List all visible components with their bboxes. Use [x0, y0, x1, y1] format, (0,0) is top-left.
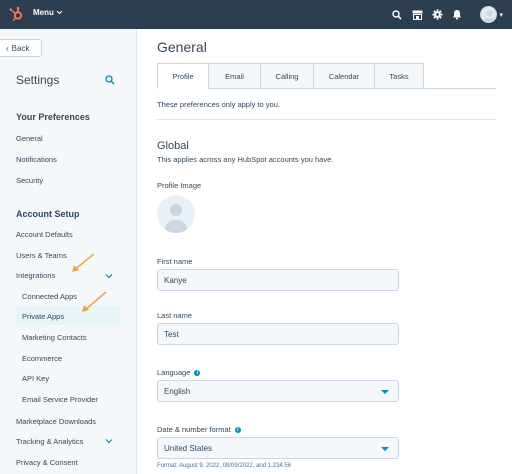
- sidebar-item-general[interactable]: General: [16, 134, 43, 143]
- sidebar-item-tracking-analytics[interactable]: Tracking & Analytics: [16, 437, 83, 446]
- search-icon[interactable]: [388, 6, 406, 24]
- bell-icon[interactable]: [448, 6, 466, 24]
- settings-tabs: Profile Email Calling Calendar Tasks: [157, 63, 424, 89]
- settings-sidebar: ‹ Back Settings Your Preferences General…: [0, 29, 137, 474]
- last-name-label: Last name: [157, 311, 193, 320]
- caret-down-icon: [381, 390, 389, 394]
- language-value: English: [164, 386, 191, 396]
- chevron-down-icon: [56, 10, 63, 15]
- menu-label: Menu: [33, 8, 54, 17]
- annotation-arrow-icon: [82, 291, 107, 312]
- tab-divider: [424, 88, 496, 89]
- sidebar-item-users-teams[interactable]: Users & Teams: [16, 251, 67, 260]
- menu-dropdown[interactable]: Menu: [33, 8, 63, 17]
- annotation-arrow-icon: [72, 253, 95, 272]
- global-heading: Global: [157, 140, 189, 152]
- language-label: Language i: [157, 368, 201, 377]
- sidebar-title: Settings: [16, 73, 60, 87]
- search-icon[interactable]: [105, 75, 115, 85]
- chevron-down-icon[interactable]: [105, 272, 113, 280]
- sidebar-item-connected-apps[interactable]: Connected Apps: [22, 292, 77, 301]
- top-nav: Menu ▾: [0, 0, 512, 29]
- section-your-preferences: Your Preferences: [16, 112, 90, 122]
- page-title: General: [157, 39, 207, 55]
- section-account-setup: Account Setup: [16, 209, 80, 219]
- sidebar-item-marketplace-downloads[interactable]: Marketplace Downloads: [16, 417, 96, 426]
- tab-email[interactable]: Email: [209, 63, 261, 89]
- sidebar-item-integrations[interactable]: Integrations: [16, 271, 55, 280]
- back-label: Back: [11, 43, 30, 53]
- tab-calling[interactable]: Calling: [261, 63, 314, 89]
- section-divider: [157, 119, 496, 120]
- sidebar-item-marketing-contacts[interactable]: Marketing Contacts: [22, 333, 87, 342]
- tab-profile[interactable]: Profile: [157, 63, 209, 89]
- first-name-label: First name: [157, 257, 193, 266]
- language-select[interactable]: English: [157, 380, 399, 402]
- hubspot-logo-icon[interactable]: [8, 6, 24, 22]
- chevron-down-icon[interactable]: ▾: [499, 11, 503, 19]
- sidebar-item-notifications[interactable]: Notifications: [16, 155, 57, 164]
- tab-tasks[interactable]: Tasks: [375, 63, 424, 89]
- first-name-field[interactable]: Kanye: [157, 269, 399, 291]
- sidebar-item-privacy-consent[interactable]: Privacy & Consent: [16, 458, 78, 467]
- info-icon[interactable]: i: [194, 370, 201, 377]
- main-content: General Profile Email Calling Calendar T…: [137, 29, 512, 474]
- sidebar-item-api-key[interactable]: API Key: [22, 374, 49, 383]
- caret-down-icon: [381, 447, 389, 451]
- date-format-value: United States: [164, 443, 213, 453]
- format-note: Format: August 9, 2022, 08/09/2022, and …: [157, 463, 292, 469]
- avatar[interactable]: [480, 6, 498, 23]
- date-format-label: Date & number format i: [157, 425, 241, 434]
- preferences-note: These preferences only apply to you.: [157, 100, 280, 109]
- language-label-text: Language: [157, 368, 191, 377]
- sidebar-item-private-apps[interactable]: Private Apps: [22, 312, 64, 321]
- chevron-left-icon: ‹: [6, 43, 9, 53]
- gear-icon[interactable]: [428, 6, 446, 24]
- chevron-down-icon[interactable]: [105, 437, 113, 445]
- sidebar-item-security[interactable]: Security: [16, 176, 43, 185]
- last-name-field[interactable]: Test: [157, 323, 399, 345]
- info-icon[interactable]: i: [234, 427, 241, 434]
- global-subtitle: This applies across any HubSpot accounts…: [157, 155, 334, 164]
- profile-image-label: Profile Image: [157, 181, 202, 190]
- tab-calendar[interactable]: Calendar: [314, 63, 375, 89]
- date-format-label-text: Date & number format: [157, 425, 231, 434]
- sidebar-item-ecommerce[interactable]: Ecommerce: [22, 354, 62, 363]
- profile-image-avatar[interactable]: [157, 195, 195, 233]
- sidebar-item-account-defaults[interactable]: Account Defaults: [16, 230, 73, 239]
- date-format-select[interactable]: United States: [157, 437, 399, 459]
- back-button[interactable]: ‹ Back: [0, 39, 42, 57]
- marketplace-icon[interactable]: [408, 6, 426, 24]
- sidebar-item-email-service-provider[interactable]: Email Service Provider: [22, 395, 98, 404]
